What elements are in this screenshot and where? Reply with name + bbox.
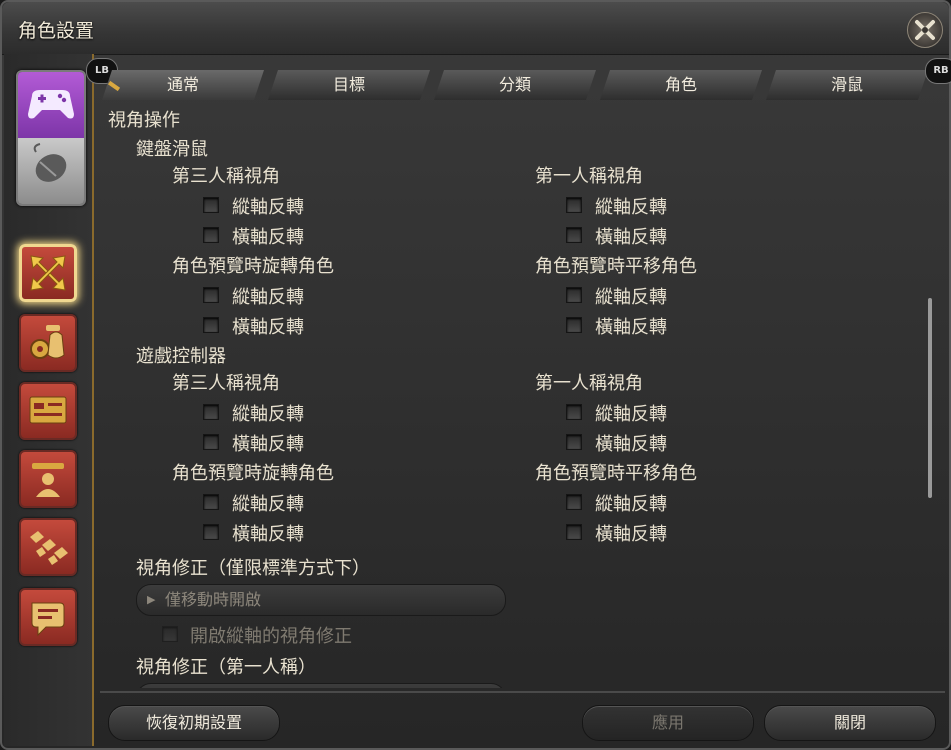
checkbox-label: 橫軸反轉 xyxy=(595,524,667,545)
dropdown-value: 僅移動時開啟 xyxy=(165,590,262,609)
tab-general[interactable]: 通常 xyxy=(102,70,264,100)
pencil-icon xyxy=(108,81,120,91)
gp-preview-rotate-label: 角色預覽時旋轉角色 xyxy=(172,463,334,484)
mouse-mode-button[interactable] xyxy=(18,138,84,204)
km-preview-rotate-label: 角色預覽時旋轉角色 xyxy=(172,256,334,277)
km-preview-pan-horizontal-checkbox[interactable] xyxy=(566,317,582,333)
title-bar: 角色設置 xyxy=(2,2,949,55)
content-scrollbar[interactable] xyxy=(928,298,932,498)
checkbox-label: 橫軸反轉 xyxy=(232,317,304,338)
checkbox-label: 縱軸反轉 xyxy=(232,404,304,425)
general-settings-category-button[interactable] xyxy=(19,314,77,372)
settings-content: 視角操作 鍵盤滑鼠 第三人稱視角 縱軸反轉 橫軸反轉 第一人稱視角 縱軸反轉 橫… xyxy=(96,102,922,688)
vertical-correction-checkbox[interactable] xyxy=(162,626,178,642)
camera-correction-label: 視角修正（僅限標準方式下） xyxy=(136,558,370,579)
gp-preview-pan-vertical-checkbox[interactable] xyxy=(566,494,582,510)
window-title: 角色設置 xyxy=(18,20,95,42)
close-window-button[interactable] xyxy=(907,12,943,48)
checkbox-label: 橫軸反轉 xyxy=(232,524,304,545)
character-card-category-button[interactable] xyxy=(19,382,77,440)
reset-defaults-button[interactable]: 恢復初期設置 xyxy=(108,705,280,741)
gp-third-person-vertical-checkbox[interactable] xyxy=(203,404,219,420)
tab-character[interactable]: 角色 xyxy=(600,70,762,100)
close-icon xyxy=(915,20,935,40)
gp-first-person-horizontal-checkbox[interactable] xyxy=(566,434,582,450)
camera-correction-first-person-label: 視角修正（第一人稱） xyxy=(136,657,316,678)
gp-third-person-label: 第三人稱視角 xyxy=(172,373,280,394)
gp-first-person-label: 第一人稱視角 xyxy=(535,373,643,394)
person-icon xyxy=(32,463,64,497)
km-preview-pan-label: 角色預覽時平移角色 xyxy=(535,256,697,277)
character-profile-category-button[interactable] xyxy=(19,450,77,508)
tab-category[interactable]: 分類 xyxy=(434,70,596,100)
tab-label: 分類 xyxy=(498,75,531,94)
checkbox-label: 橫軸反轉 xyxy=(595,434,667,455)
gear-bag-icon xyxy=(30,325,65,359)
checkbox-label: 縱軸反轉 xyxy=(232,494,304,515)
tab-label: 通常 xyxy=(166,75,199,94)
tab-target[interactable]: 目標 xyxy=(268,70,430,100)
apply-button[interactable]: 應用 xyxy=(582,705,754,741)
checkbox-label: 橫軸反轉 xyxy=(232,227,304,248)
checkbox-label: 縱軸反轉 xyxy=(595,404,667,425)
checkbox-label: 開啟縱軸的視角修正 xyxy=(190,626,352,647)
gp-preview-pan-horizontal-checkbox[interactable] xyxy=(566,524,582,540)
checkbox-label: 縱軸反轉 xyxy=(595,494,667,515)
checkered-category-button[interactable] xyxy=(19,518,77,576)
gamepad-mode-button[interactable] xyxy=(18,72,84,139)
tab-label: 角色 xyxy=(664,75,697,94)
footer-divider xyxy=(100,691,945,693)
checkbox-label: 橫軸反轉 xyxy=(595,317,667,338)
character-config-window: 角色設置 LB 通常 目標 分類 角色 滑鼠 RB 視角操作 鍵盤滑鼠 第三人稱… xyxy=(0,0,951,750)
close-button[interactable]: 關閉 xyxy=(764,705,936,741)
gp-preview-rotate-vertical-checkbox[interactable] xyxy=(203,494,219,510)
camera-correction-dropdown[interactable]: ▶ 僅移動時開啟 xyxy=(136,584,506,616)
category-sidebar xyxy=(4,54,94,746)
chat-bubble-icon xyxy=(31,602,65,637)
input-device-toggle[interactable] xyxy=(16,70,86,206)
gp-preview-rotate-horizontal-checkbox[interactable] xyxy=(203,524,219,540)
gamepad-icon xyxy=(28,90,74,119)
checkbox-label: 縱軸反轉 xyxy=(232,287,304,308)
tab-bar: LB 通常 目標 分類 角色 滑鼠 RB xyxy=(86,54,951,102)
km-third-person-horizontal-checkbox[interactable] xyxy=(203,227,219,243)
km-third-person-label: 第三人稱視角 xyxy=(172,166,280,187)
tab-label: 滑鼠 xyxy=(830,75,863,94)
section-title: 視角操作 xyxy=(108,110,180,131)
checkbox-label: 縱軸反轉 xyxy=(595,287,667,308)
camera-category-button[interactable] xyxy=(19,244,77,302)
gp-third-person-horizontal-checkbox[interactable] xyxy=(203,434,219,450)
group-keyboard-mouse: 鍵盤滑鼠 xyxy=(136,139,208,160)
checkered-ribbon-icon xyxy=(30,531,68,565)
gp-preview-pan-label: 角色預覽時平移角色 xyxy=(535,463,697,484)
checkbox-label: 縱軸反轉 xyxy=(595,197,667,218)
gp-first-person-vertical-checkbox[interactable] xyxy=(566,404,582,420)
km-preview-pan-vertical-checkbox[interactable] xyxy=(566,287,582,303)
tab-mouse[interactable]: 滑鼠 xyxy=(766,70,928,100)
group-gamepad: 遊戲控制器 xyxy=(136,346,226,367)
mouse-icon xyxy=(33,143,67,182)
km-first-person-label: 第一人稱視角 xyxy=(535,166,643,187)
id-card-icon xyxy=(29,396,67,424)
checkbox-label: 橫軸反轉 xyxy=(595,227,667,248)
checkbox-label: 橫軸反轉 xyxy=(232,434,304,455)
tab-label: 目標 xyxy=(332,75,365,94)
km-first-person-horizontal-checkbox[interactable] xyxy=(566,227,582,243)
rb-shortcut-badge: RB xyxy=(925,58,951,84)
caret-right-icon: ▶ xyxy=(147,593,156,606)
chat-category-button[interactable] xyxy=(19,588,77,646)
km-first-person-vertical-checkbox[interactable] xyxy=(566,197,582,213)
checkbox-label: 縱軸反轉 xyxy=(232,197,304,218)
camera-correction-fp-dropdown[interactable] xyxy=(136,683,506,688)
km-preview-rotate-vertical-checkbox[interactable] xyxy=(203,287,219,303)
km-third-person-vertical-checkbox[interactable] xyxy=(203,197,219,213)
km-preview-rotate-horizontal-checkbox[interactable] xyxy=(203,317,219,333)
camera-arrows-icon xyxy=(30,255,66,291)
